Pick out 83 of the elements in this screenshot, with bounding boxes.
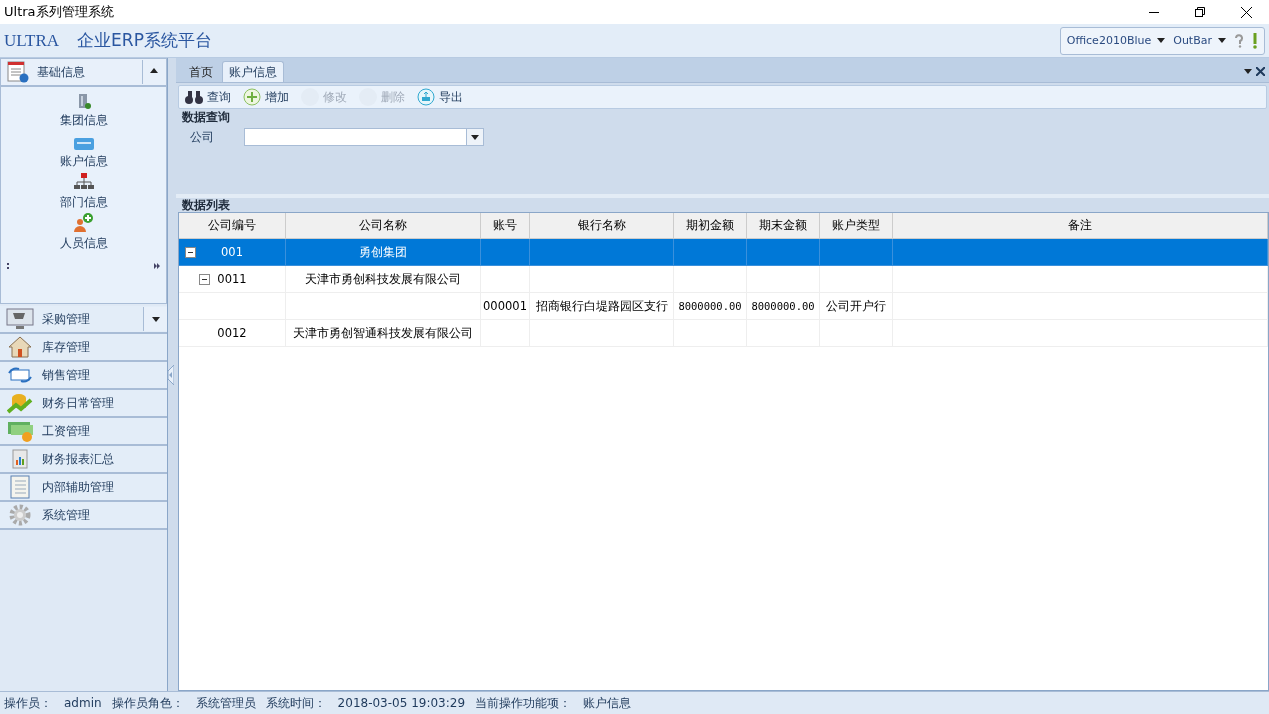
- layout-name[interactable]: OutBar: [1173, 34, 1212, 47]
- exclamation-icon[interactable]: [1252, 32, 1258, 49]
- table-info-icon: [7, 61, 29, 83]
- nav-group[interactable]: 财务日常管理: [0, 390, 167, 418]
- status-label: 操作员角色：: [111, 694, 184, 712]
- caret-icon: [471, 134, 479, 140]
- nav-group[interactable]: 系统管理: [0, 502, 167, 530]
- group-icon: [7, 392, 33, 414]
- collapse-handle-icon[interactable]: [168, 364, 174, 385]
- toolbar-icon: [185, 90, 203, 104]
- caret-icon: [1157, 38, 1166, 43]
- nav-item-icon: [72, 212, 95, 232]
- group-icon: [11, 449, 29, 469]
- help-icon[interactable]: [1234, 33, 1244, 48]
- restore-icon[interactable]: [1195, 7, 1205, 17]
- table-row[interactable]: 0012 天津市勇创智通科技发展有限公司: [179, 320, 1268, 347]
- table-row[interactable]: 001 勇创集团: [179, 239, 1268, 266]
- nav-group[interactable]: 财务报表汇总: [0, 446, 167, 474]
- nav-item[interactable]: 集团信息: [59, 91, 108, 132]
- minimize-icon[interactable]: [1149, 11, 1159, 13]
- nav-item[interactable]: 人员信息: [59, 214, 108, 255]
- nav-group[interactable]: 工资管理: [0, 418, 167, 446]
- group-icon: [8, 503, 32, 527]
- scroll-right-icon[interactable]: [154, 263, 160, 269]
- toolbar-icon: [417, 88, 435, 106]
- tab-menu-icon: [1244, 68, 1252, 74]
- status-value: 系统管理员: [195, 694, 256, 712]
- table-cell: 8000000.00: [747, 293, 820, 320]
- table-cell: 勇创集团: [286, 239, 481, 266]
- table-cell: 公司开户行: [820, 293, 893, 320]
- window-title: Ultra系列管理系统: [4, 3, 115, 21]
- section-title: 数据查询: [182, 109, 231, 126]
- table-cell: 招商银行白堤路园区支行: [530, 293, 674, 320]
- table-cell: 001: [179, 239, 286, 266]
- caret-icon: [151, 316, 160, 322]
- nav-item-icon: [73, 138, 94, 150]
- toolbar-icon: [243, 88, 261, 106]
- caret-icon: [150, 67, 159, 73]
- skin-name[interactable]: Office2010Blue: [1066, 34, 1152, 47]
- nav-item-icon: [73, 173, 94, 191]
- dots-icon: [7, 263, 10, 269]
- section-title: 数据列表: [181, 198, 231, 212]
- close-icon[interactable]: [1240, 6, 1252, 18]
- product-title: 企业ERP系统平台: [77, 29, 213, 52]
- table-cell: 天津市勇创科技发展有限公司: [286, 266, 481, 293]
- group-icon: [6, 308, 34, 330]
- tree-toggle-icon[interactable]: [199, 273, 210, 285]
- table-cell: 0012: [179, 320, 286, 347]
- toolbar-button[interactable]: 导出: [415, 88, 469, 106]
- status-value: admin: [64, 696, 102, 710]
- group-icon: [8, 475, 32, 499]
- nav-group-header[interactable]: 基础信息: [0, 58, 167, 86]
- status-value: 2018-03-05 19:03:29: [337, 696, 466, 710]
- logo-text: ULTRA: [4, 30, 60, 51]
- group-icon: [8, 367, 32, 383]
- table-row[interactable]: 0011 天津市勇创科技发展有限公司: [179, 266, 1268, 293]
- table-cell: 000001: [481, 293, 530, 320]
- group-icon: [7, 420, 33, 442]
- status-label: 操作员：: [4, 694, 52, 712]
- table-cell: 8000000.00: [674, 293, 747, 320]
- table-cell: 0011: [179, 266, 286, 293]
- nav-group[interactable]: 销售管理: [0, 362, 167, 390]
- table-row[interactable]: 000001 招商银行白堤路园区支行 8000000.00 8000000.00 公司开户行: [179, 293, 1268, 320]
- nav-item[interactable]: 部门信息: [59, 173, 108, 214]
- tab[interactable]: 账户信息: [222, 61, 284, 82]
- nav-group[interactable]: 内部辅助管理: [0, 474, 167, 502]
- nav-group[interactable]: 库存管理: [0, 334, 167, 362]
- toolbar-button[interactable]: 增加: [241, 88, 295, 106]
- tree-toggle-icon[interactable]: [185, 246, 196, 258]
- group-icon: [8, 336, 32, 358]
- tab[interactable]: 首页: [182, 61, 220, 82]
- dropdown-button[interactable]: [143, 307, 167, 331]
- table-cell: 天津市勇创智通科技发展有限公司: [286, 320, 481, 347]
- field-label: 公司: [190, 128, 214, 146]
- nav-group[interactable]: 采购管理: [0, 306, 167, 334]
- status-label: 当前操作功能项：: [475, 694, 572, 712]
- caret-icon: [1218, 38, 1226, 43]
- nav-item[interactable]: 账户信息: [59, 132, 108, 173]
- status-label: 系统时间：: [265, 694, 326, 712]
- status-value: 账户信息: [583, 694, 632, 712]
- close-icon[interactable]: [1256, 66, 1265, 76]
- nav-item-icon: [76, 93, 91, 109]
- toolbar-button[interactable]: 查询: [183, 88, 237, 106]
